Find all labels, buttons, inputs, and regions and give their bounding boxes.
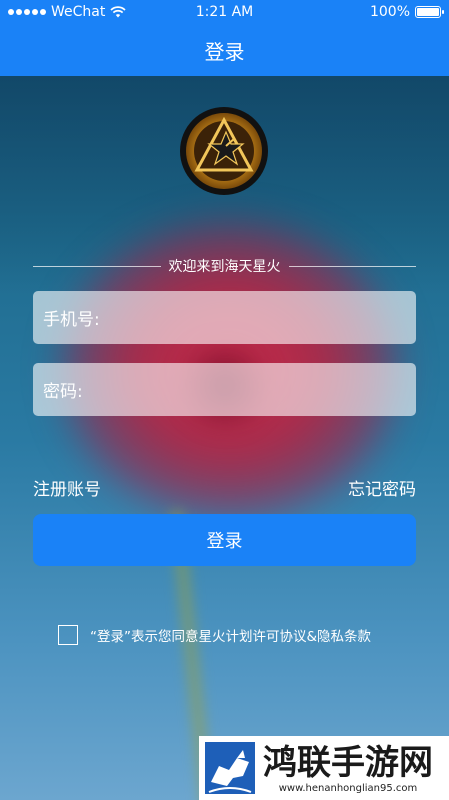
watermark-url: www.henanhonglian95.com xyxy=(278,782,418,794)
password-input[interactable] xyxy=(82,363,416,416)
battery-fill xyxy=(417,8,439,16)
status-left: WeChat xyxy=(8,4,126,20)
phone-label: 手机号: xyxy=(43,310,100,330)
signal-dots-icon xyxy=(8,9,46,15)
star-emblem-logo xyxy=(180,107,268,195)
welcome-text: 欢迎来到海天星火 xyxy=(168,259,281,275)
site-watermark: 鸿联手游网 www.henanhonglian95.com xyxy=(199,736,449,800)
agreement-row: “登录”表示您同意星火计划许可协议&隐私条款 xyxy=(58,625,371,645)
divider-line-right xyxy=(288,265,416,267)
page-title: 登录 xyxy=(204,39,245,64)
password-field[interactable]: 密码: xyxy=(33,363,416,416)
agreement-checkbox[interactable] xyxy=(58,625,78,645)
login-screen: WeChat 1:21 AM 100% 登录 欢迎来到海天星火 手机号: 密码:… xyxy=(0,0,449,800)
phone-field[interactable]: 手机号: xyxy=(33,291,416,344)
carrier-name: WeChat xyxy=(51,4,106,20)
battery-icon xyxy=(415,6,444,18)
watermark-text: 鸿联手游网 www.henanhonglian95.com xyxy=(263,743,433,794)
status-right: 100% xyxy=(369,4,444,20)
forgot-password-link[interactable]: 忘记密码 xyxy=(348,475,416,500)
register-link[interactable]: 注册账号 xyxy=(33,475,101,500)
nav-bar: 登录 xyxy=(0,24,449,76)
battery-percent: 100% xyxy=(369,4,410,20)
password-label: 密码: xyxy=(43,382,83,402)
wifi-icon xyxy=(110,6,126,18)
login-button[interactable]: 登录 xyxy=(33,514,416,566)
bull-logo xyxy=(205,742,255,794)
agreement-text[interactable]: “登录”表示您同意星火计划许可协议&隐私条款 xyxy=(90,625,371,645)
phone-input[interactable] xyxy=(99,291,416,344)
divider-line-left xyxy=(33,265,161,267)
welcome-divider: 欢迎来到海天星火 xyxy=(33,257,416,275)
account-links: 注册账号 忘记密码 xyxy=(33,475,416,500)
status-bar: WeChat 1:21 AM 100% xyxy=(0,0,449,24)
watermark-title: 鸿联手游网 xyxy=(263,742,433,783)
